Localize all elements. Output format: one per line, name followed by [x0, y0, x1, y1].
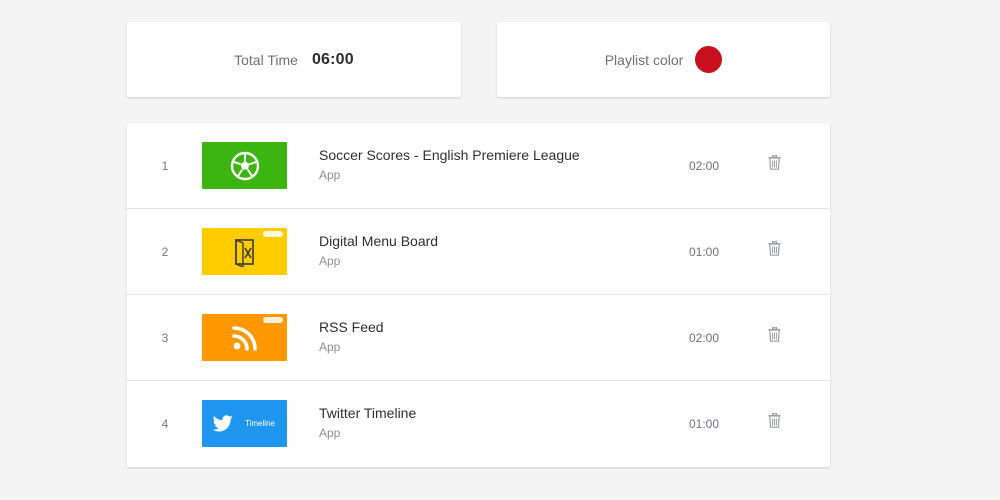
- playlist-color-swatch[interactable]: [695, 46, 723, 73]
- item-duration: 02:00: [689, 331, 720, 345]
- item-title[interactable]: RSS Feed: [319, 319, 384, 335]
- trash-icon: [768, 240, 780, 256]
- featured-badge: [263, 231, 283, 237]
- total-time-value: 06:00: [311, 50, 354, 68]
- trash-icon: [768, 326, 780, 342]
- rss-icon: [231, 325, 257, 351]
- featured-badge: [263, 317, 283, 323]
- item-duration: 01:00: [689, 245, 720, 259]
- app-thumbnail: [202, 228, 287, 275]
- item-index: 4: [161, 417, 169, 431]
- item-index: 1: [161, 159, 169, 173]
- playlist-color-card: Playlist color: [497, 22, 830, 97]
- item-type: App: [319, 168, 341, 182]
- trash-icon: [768, 412, 780, 428]
- delete-button[interactable]: [767, 412, 781, 428]
- item-type: App: [319, 426, 341, 440]
- trash-icon: [768, 154, 780, 170]
- app-thumbnail: Timeline: [202, 400, 287, 447]
- app-thumbnail: [202, 314, 287, 361]
- item-index: 2: [161, 245, 169, 259]
- item-duration: 01:00: [689, 417, 720, 431]
- total-time-card: Total Time 06:00: [127, 22, 461, 97]
- soccer-ball-icon: [230, 151, 259, 180]
- delete-button[interactable]: [767, 154, 781, 170]
- item-type: App: [319, 340, 341, 354]
- playlist-color-label: Playlist color: [604, 51, 684, 68]
- total-time-label: Total Time: [234, 51, 298, 68]
- menu-board-icon: [234, 238, 254, 267]
- thumbnail-caption: Timeline: [245, 419, 275, 428]
- playlist-item[interactable]: 4 Timeline Twitter Timeline App 01:00: [127, 381, 830, 467]
- item-type: App: [319, 254, 341, 268]
- playlist-item[interactable]: 2 Digital Menu Board App 01:00: [127, 209, 830, 295]
- twitter-bird-icon: [213, 415, 233, 432]
- item-title[interactable]: Soccer Scores - English Premiere League: [319, 147, 580, 163]
- delete-button[interactable]: [767, 240, 781, 256]
- item-title[interactable]: Twitter Timeline: [319, 405, 416, 421]
- item-index: 3: [161, 331, 169, 345]
- delete-button[interactable]: [767, 326, 781, 342]
- app-thumbnail: [202, 142, 287, 189]
- playlist-item[interactable]: 1 Soccer Scores - English Premiere Leagu…: [127, 123, 830, 209]
- playlist-list: 1 Soccer Scores - English Premiere Leagu…: [127, 123, 830, 467]
- item-duration: 02:00: [689, 159, 720, 173]
- item-title[interactable]: Digital Menu Board: [319, 233, 438, 249]
- playlist-item[interactable]: 3 RSS Feed App 02:00: [127, 295, 830, 381]
